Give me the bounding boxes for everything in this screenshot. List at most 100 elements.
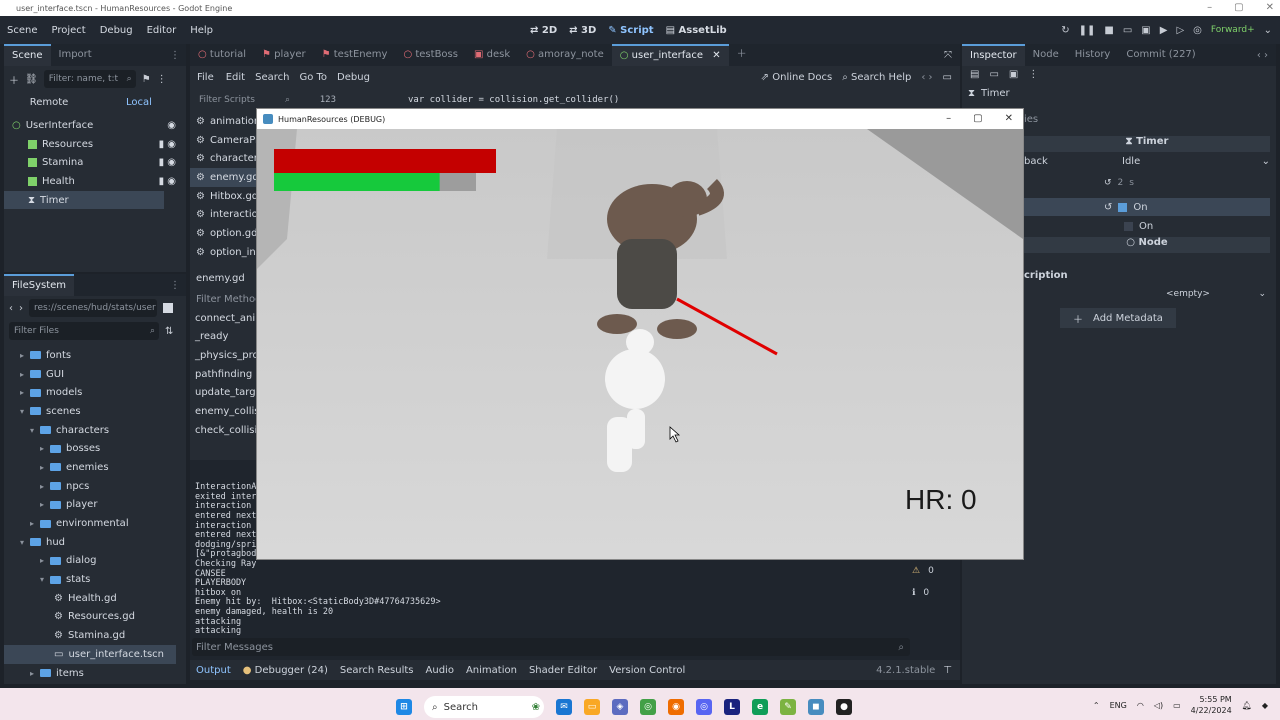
- script-item[interactable]: ⚙ option_ind: [190, 243, 262, 262]
- workspace-script-button[interactable]: ✎ Script: [608, 25, 653, 36]
- movie-icon[interactable]: ▣: [1141, 25, 1150, 36]
- script-filter[interactable]: Filter Scripts ⌕: [194, 90, 294, 110]
- menu-search[interactable]: Search: [250, 72, 294, 83]
- local-tab[interactable]: Local: [94, 97, 184, 108]
- fs-folder[interactable]: ▸ bosses: [4, 439, 186, 458]
- autostart-checkbox[interactable]: On: [1124, 221, 1153, 232]
- workspace-assetlib-button[interactable]: ▤ AssetLib: [666, 25, 727, 36]
- close-button[interactable]: ✕: [1005, 109, 1013, 129]
- sort-icon[interactable]: ⇅: [165, 326, 173, 337]
- tab-desk[interactable]: ▣ desk: [466, 44, 518, 66]
- warning-counter[interactable]: ⚠ 0: [912, 560, 952, 582]
- l-app-icon[interactable]: L: [724, 699, 740, 715]
- fs-folder[interactable]: ▸ enemies: [4, 458, 186, 477]
- script-item[interactable]: ⚙ Hitbox.gd: [190, 187, 258, 206]
- chevron-up-icon[interactable]: ⌃: [1093, 701, 1100, 710]
- wifi-icon[interactable]: ◠: [1137, 701, 1144, 710]
- file-explorer-icon[interactable]: ▭: [584, 699, 600, 715]
- search-help-button[interactable]: ⌕ Search Help: [842, 72, 921, 83]
- tab-testboss[interactable]: ○ testBoss: [395, 44, 466, 66]
- method-item[interactable]: enemy_collisi: [190, 402, 262, 421]
- path-field[interactable]: res://scenes/hud/stats/user: [29, 299, 157, 317]
- file-filter-input[interactable]: Filter Files ⌕: [9, 322, 159, 340]
- fs-folder[interactable]: ▸ environmental: [4, 514, 186, 533]
- menu-editor[interactable]: Editor: [140, 25, 184, 36]
- remote-debug-icon[interactable]: ▭: [1123, 25, 1132, 36]
- tab-user-interface[interactable]: ○ user_interface ✕: [611, 44, 729, 66]
- script-attached-icon[interactable]: ▮ ◉: [159, 139, 186, 150]
- mail-icon[interactable]: ✉: [556, 699, 572, 715]
- fs-folder[interactable]: ▾ hud: [4, 533, 186, 552]
- notepad-icon[interactable]: ✎: [780, 699, 796, 715]
- fs-file-selected[interactable]: ▭ user_interface.tscn: [4, 645, 176, 664]
- tab-testenemy[interactable]: ⚑ testEnemy: [314, 44, 396, 66]
- workspace-2d-button[interactable]: ⇄ 2D: [530, 25, 557, 36]
- tree-node-health[interactable]: Health ▮ ◉: [4, 172, 186, 191]
- script-item-selected[interactable]: ⚙ enemy.gd: [190, 168, 259, 187]
- tree-node-resources[interactable]: Resources ▮ ◉: [4, 135, 186, 154]
- discord-icon[interactable]: ◎: [696, 699, 712, 715]
- tab-player[interactable]: ⚑ player: [254, 44, 314, 66]
- new-tab-button[interactable]: ＋: [729, 44, 755, 66]
- tab-import[interactable]: Import: [51, 44, 100, 66]
- workspace-3d-button[interactable]: ⇄ 3D: [569, 25, 596, 36]
- play-custom-icon[interactable]: ▷: [1176, 25, 1184, 36]
- script-item[interactable]: ⚙ animation: [190, 112, 260, 131]
- wait-time-field[interactable]: ↺ 2 s: [1104, 178, 1264, 188]
- add-metadata-button[interactable]: ＋ Add Metadata: [1060, 308, 1176, 328]
- fs-folder[interactable]: ▸ player: [4, 496, 186, 515]
- menu-debug-script[interactable]: Debug: [332, 72, 375, 83]
- method-item[interactable]: update_target: [190, 384, 266, 403]
- menu-help[interactable]: Help: [183, 25, 220, 36]
- play-scene-icon[interactable]: ▶: [1160, 25, 1168, 36]
- save-icon[interactable]: ▣: [1009, 69, 1018, 80]
- tab-history[interactable]: History: [1067, 44, 1119, 66]
- godot-debug-icon[interactable]: ●: [836, 699, 852, 715]
- maximize-button[interactable]: ▢: [973, 109, 982, 129]
- callback-select[interactable]: Idle ⌄: [1122, 156, 1270, 167]
- tab-node[interactable]: Node: [1025, 44, 1067, 66]
- script-item[interactable]: ⚙ interaction: [190, 205, 264, 224]
- script-attached-icon[interactable]: ▮ ◉: [159, 157, 186, 168]
- chrome-icon[interactable]: ◎: [640, 699, 656, 715]
- script-item[interactable]: ⚙ CameraPiv: [190, 131, 264, 150]
- reload-icon[interactable]: ↻: [1061, 25, 1069, 36]
- more-icon[interactable]: ⋮: [157, 74, 167, 85]
- firefox-icon[interactable]: ◉: [668, 699, 684, 715]
- tab-animation[interactable]: Animation: [460, 665, 523, 676]
- one-shot-checkbox[interactable]: ↺ On: [1024, 198, 1270, 216]
- menu-project[interactable]: Project: [45, 25, 93, 36]
- link-icon[interactable]: ⛓: [25, 74, 38, 85]
- menu-file[interactable]: File: [190, 72, 221, 83]
- script-item[interactable]: ⚙ option.gd: [190, 224, 257, 243]
- menu-goto[interactable]: Go To: [294, 72, 332, 83]
- add-node-icon[interactable]: ＋: [9, 72, 19, 87]
- tab-filesystem[interactable]: FileSystem: [4, 274, 75, 296]
- tree-node-timer[interactable]: ⧗ Timer: [4, 190, 164, 210]
- fs-folder[interactable]: ▾ characters: [4, 421, 186, 440]
- godot-icon[interactable]: ◼: [808, 699, 824, 715]
- online-docs-button[interactable]: ⇗ Online Docs: [761, 72, 843, 83]
- fs-folder[interactable]: ▸ items: [4, 664, 186, 683]
- movie-maker-icon[interactable]: ◎: [1193, 25, 1202, 36]
- back-icon[interactable]: ‹: [9, 303, 13, 314]
- menu-edit[interactable]: Edit: [221, 72, 250, 83]
- section-timer[interactable]: ⧗ Timer: [1024, 136, 1270, 152]
- tab-amoray-note[interactable]: ○ amoray_note: [518, 44, 612, 66]
- tab-output[interactable]: Output: [190, 665, 237, 676]
- remote-tab[interactable]: Remote: [4, 97, 94, 108]
- tab-version-control[interactable]: Version Control: [603, 665, 691, 676]
- filter-icon[interactable]: ⚑: [142, 74, 151, 85]
- tree-node-stamina[interactable]: Stamina ▮ ◉: [4, 153, 186, 172]
- fs-folder[interactable]: ▸ npcs: [4, 477, 186, 496]
- tab-search-results[interactable]: Search Results: [334, 665, 420, 676]
- script-attached-icon[interactable]: ▮ ◉: [159, 176, 186, 187]
- volume-icon[interactable]: ◁): [1154, 701, 1163, 710]
- history-nav-icon[interactable]: ‹ ›: [921, 72, 942, 83]
- notification-icon[interactable]: 🔔︎: [1242, 701, 1252, 710]
- metadata-field[interactable]: <empty> ⌄: [1166, 289, 1266, 299]
- layout-icon[interactable]: ⊤: [943, 665, 960, 676]
- tab-inspector[interactable]: Inspector: [962, 44, 1025, 66]
- stop-icon[interactable]: ■: [1104, 25, 1113, 36]
- minimize-button[interactable]: –: [1207, 0, 1212, 16]
